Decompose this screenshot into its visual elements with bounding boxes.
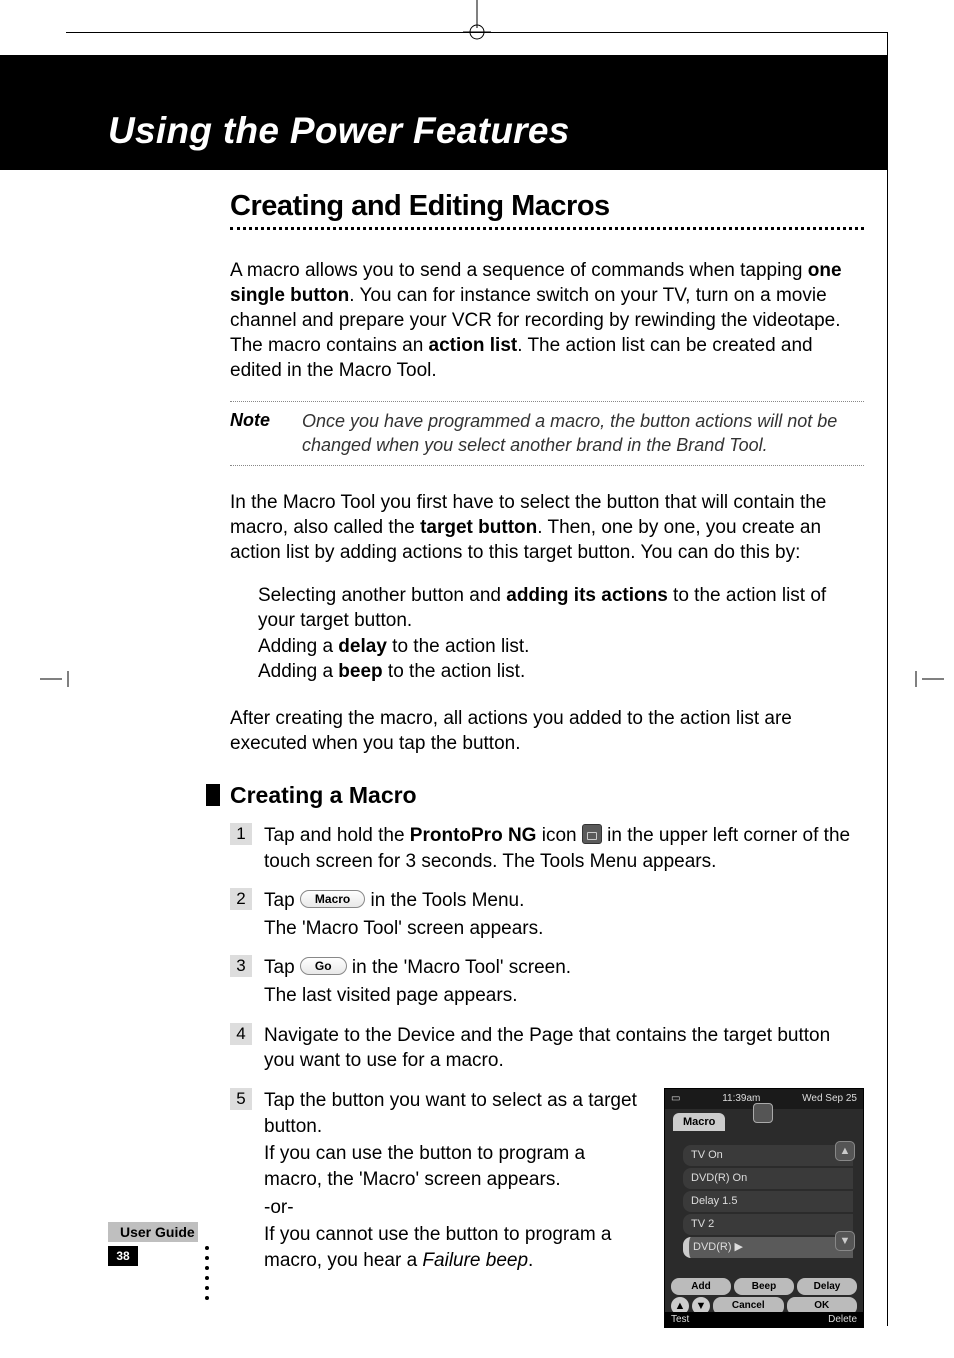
list-item: TV 2 bbox=[683, 1214, 853, 1235]
sub-heading: Creating a Macro bbox=[230, 782, 417, 809]
step-4: 4 Navigate to the Device and the Page th… bbox=[230, 1023, 864, 1074]
bullet-item: Adding a beep to the action list. bbox=[258, 659, 864, 684]
step-number: 5 bbox=[230, 1088, 252, 1110]
paragraph-after-creating: After creating the macro, all actions yo… bbox=[230, 706, 864, 756]
section-heading: Creating and Editing Macros bbox=[230, 190, 864, 223]
device-tab-macro: Macro bbox=[673, 1113, 725, 1132]
tool-icon bbox=[753, 1103, 773, 1123]
text: Adding a bbox=[258, 636, 338, 657]
step5-text: Tap the button you want to select as a t… bbox=[264, 1088, 646, 1328]
prontopro-icon bbox=[582, 824, 602, 844]
text: . bbox=[528, 1250, 533, 1271]
bold-text: target button bbox=[420, 517, 537, 538]
intro-paragraph: A macro allows you to send a sequence of… bbox=[230, 258, 864, 383]
step-body: Tap the button you want to select as a t… bbox=[264, 1088, 864, 1328]
list-item: TV On bbox=[683, 1145, 853, 1166]
text: to the action list. bbox=[387, 636, 530, 657]
battery-icon: ▭ bbox=[671, 1092, 680, 1106]
paragraph-target-button: In the Macro Tool you first have to sele… bbox=[230, 490, 864, 565]
step-sub: If you cannot use the button to program … bbox=[264, 1222, 646, 1273]
sub-heading-row: Creating a Macro bbox=[230, 782, 864, 809]
device-date: Wed Sep 25 bbox=[802, 1092, 857, 1106]
text: Tap bbox=[264, 890, 300, 911]
step-number: 1 bbox=[230, 823, 252, 845]
text: in the 'Macro Tool' screen. bbox=[347, 957, 571, 978]
text: to the action list. bbox=[383, 661, 526, 682]
test-label: Test bbox=[671, 1313, 689, 1327]
text: Selecting another button and bbox=[258, 585, 506, 606]
step-number: 3 bbox=[230, 955, 252, 977]
text: A macro allows you to send a sequence of… bbox=[230, 260, 808, 281]
text: icon bbox=[536, 825, 581, 846]
step-2: 2 Tap Macro in the Tools Menu. The 'Macr… bbox=[230, 888, 864, 941]
chapter-header: Using the Power Features bbox=[0, 55, 888, 170]
text: in the Tools Menu. bbox=[365, 890, 524, 911]
device-action-list: TV On DVD(R) On Delay 1.5 TV 2 DVD(R) ▶ bbox=[683, 1145, 853, 1257]
scroll-up-icon: ▲ bbox=[835, 1141, 855, 1161]
main-content: Creating and Editing Macros A macro allo… bbox=[230, 190, 864, 1342]
list-item: DVD(R) On bbox=[683, 1168, 853, 1189]
footer-dots bbox=[205, 1246, 209, 1300]
italic-text: Failure beep bbox=[422, 1250, 528, 1271]
delay-button: Delay bbox=[797, 1278, 857, 1296]
bold-text: delay bbox=[338, 636, 387, 657]
step-sub: If you can use the button to program a m… bbox=[264, 1141, 646, 1192]
go-button-graphic: Go bbox=[300, 957, 347, 975]
device-button-row: Add Beep Delay bbox=[671, 1278, 857, 1296]
step-body: Tap and hold the ProntoPro NG icon in th… bbox=[264, 823, 864, 874]
bullet-item: Selecting another button and adding its … bbox=[258, 583, 864, 633]
step-3: 3 Tap Go in the 'Macro Tool' screen. The… bbox=[230, 955, 864, 1008]
text: Tap the button you want to select as a t… bbox=[264, 1088, 646, 1139]
delete-label: Delete bbox=[828, 1313, 857, 1327]
bullet-item: Adding a delay to the action list. bbox=[258, 634, 864, 659]
bold-text: ProntoPro NG bbox=[410, 825, 537, 846]
footer-bar: User Guide 38 bbox=[108, 1222, 198, 1266]
text: Tap bbox=[264, 957, 300, 978]
crop-mark-left-icon bbox=[40, 669, 70, 689]
step-number: 4 bbox=[230, 1023, 252, 1045]
list-item: Delay 1.5 bbox=[683, 1191, 853, 1212]
step-sub: The 'Macro Tool' screen appears. bbox=[264, 916, 864, 942]
step-sub: The last visited page appears. bbox=[264, 983, 864, 1009]
macro-button-graphic: Macro bbox=[300, 890, 365, 908]
user-guide-label: User Guide bbox=[108, 1222, 198, 1242]
step-number: 2 bbox=[230, 888, 252, 910]
page-edge-top bbox=[66, 32, 888, 33]
step-body: Navigate to the Device and the Page that… bbox=[264, 1023, 864, 1074]
step-1: 1 Tap and hold the ProntoPro NG icon in … bbox=[230, 823, 864, 874]
list-item-selected: DVD(R) ▶ bbox=[683, 1237, 853, 1258]
dotted-rule bbox=[230, 227, 864, 230]
step-5: 5 Tap the button you want to select as a… bbox=[230, 1088, 864, 1328]
bold-text: beep bbox=[338, 661, 382, 682]
note-text: Once you have programmed a macro, the bu… bbox=[302, 410, 864, 457]
sub-heading-marker bbox=[206, 784, 220, 806]
add-button: Add bbox=[671, 1278, 731, 1296]
bullet-list: Selecting another button and adding its … bbox=[258, 583, 864, 683]
note-box: Note Once you have programmed a macro, t… bbox=[230, 401, 864, 466]
text: Adding a bbox=[258, 661, 338, 682]
device-screenshot: ▭ 11:39am Wed Sep 25 Macro ▲ ▼ TV On DVD… bbox=[664, 1088, 864, 1328]
step-body: Tap Go in the 'Macro Tool' screen. The l… bbox=[264, 955, 864, 1008]
bold-text: action list bbox=[429, 335, 518, 356]
bold-text: adding its actions bbox=[506, 585, 668, 606]
beep-button: Beep bbox=[734, 1278, 794, 1296]
crop-mark-top-icon bbox=[457, 0, 497, 40]
chapter-title: Using the Power Features bbox=[108, 110, 570, 152]
page-edge-right bbox=[887, 32, 888, 1326]
scroll-down-icon: ▼ bbox=[835, 1231, 855, 1251]
page-number: 38 bbox=[108, 1246, 138, 1266]
step-body: Tap Macro in the Tools Menu. The 'Macro … bbox=[264, 888, 864, 941]
device-footer: Test Delete bbox=[665, 1312, 863, 1328]
or-text: -or- bbox=[264, 1195, 646, 1221]
note-label: Note bbox=[230, 410, 270, 457]
crop-mark-right-icon bbox=[914, 669, 944, 689]
text: Tap and hold the bbox=[264, 825, 410, 846]
text: The Tools Menu appears. bbox=[497, 851, 716, 872]
